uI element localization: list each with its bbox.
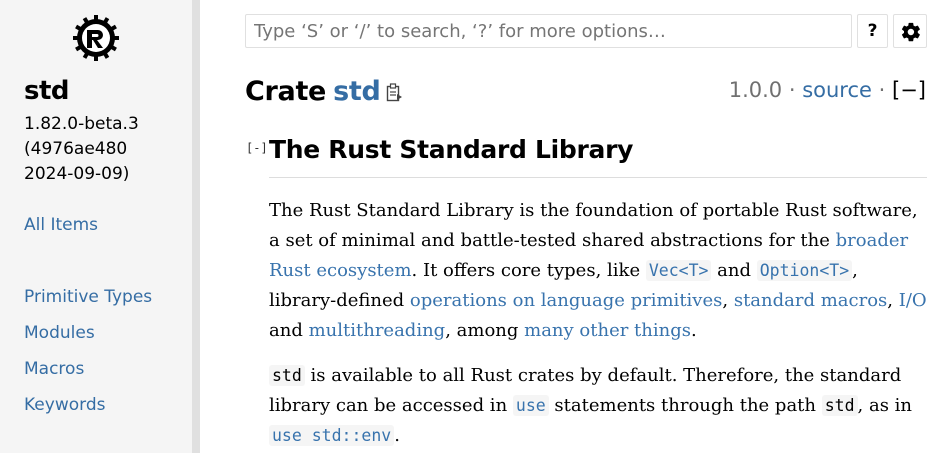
- sidebar-resizer[interactable]: [192, 0, 200, 453]
- text: , among: [445, 320, 525, 341]
- text: statements through the path: [548, 395, 822, 416]
- separator-dot: ·: [788, 78, 796, 102]
- sidebar-item-macros[interactable]: Macros: [24, 359, 84, 379]
- code-use-std-env: use std::env: [269, 425, 395, 446]
- text: .: [691, 320, 697, 341]
- code-vec: Vec<T>: [645, 260, 712, 281]
- sidebar-date: 2024-09-09): [24, 164, 130, 184]
- text: ,: [887, 290, 899, 311]
- copy-path-icon[interactable]: [386, 83, 404, 103]
- link-primitives[interactable]: operations on language primitives: [410, 290, 722, 311]
- link-multithreading[interactable]: multithreading: [309, 320, 446, 341]
- link-option[interactable]: Option<T>: [756, 260, 853, 281]
- separator-dot: ·: [878, 78, 886, 102]
- page-title: Crate std: [245, 76, 381, 107]
- link-io[interactable]: I/O: [899, 290, 927, 311]
- text: and: [269, 320, 309, 341]
- sidebar-version: 1.82.0-beta.3: [24, 114, 139, 134]
- link-standard-macros[interactable]: standard macros: [734, 290, 887, 311]
- version-info: 1.0.0 · source · [−]: [729, 78, 926, 102]
- sidebar-all-items-link[interactable]: All Items: [24, 215, 98, 235]
- search-input[interactable]: [245, 14, 852, 48]
- toggle-all-docs-button[interactable]: [−]: [892, 78, 926, 102]
- text: , as in: [857, 395, 913, 416]
- heading-divider: [269, 177, 927, 178]
- help-button[interactable]: ?: [857, 14, 888, 48]
- usage-paragraph: std is available to all Rust crates by d…: [269, 361, 929, 451]
- text: ,: [722, 290, 734, 311]
- code-option: Option<T>: [756, 260, 853, 281]
- text: .: [394, 425, 400, 446]
- sidebar-item-keywords[interactable]: Keywords: [24, 395, 105, 415]
- text: and: [711, 260, 757, 281]
- text: The Rust Standard Library is the foundat…: [269, 200, 918, 251]
- intro-paragraph: The Rust Standard Library is the foundat…: [269, 196, 929, 346]
- link-vec[interactable]: Vec<T>: [645, 260, 712, 281]
- link-many-other-things[interactable]: many other things: [524, 320, 691, 341]
- gear-icon: [901, 22, 920, 42]
- code-std: std: [269, 365, 305, 386]
- link-use-keyword[interactable]: use: [512, 395, 549, 416]
- sidebar-item-primitive-types[interactable]: Primitive Types: [24, 287, 152, 307]
- section-heading[interactable]: The Rust Standard Library: [269, 135, 633, 164]
- settings-button[interactable]: [893, 14, 927, 48]
- sidebar-crate-name[interactable]: std: [24, 76, 70, 106]
- code-use: use: [512, 395, 549, 416]
- since-version: 1.0.0: [728, 78, 783, 102]
- page-title-crate-link[interactable]: std: [333, 76, 381, 107]
- sidebar-commit: (4976ae480: [24, 139, 128, 159]
- collapse-section-toggle[interactable]: [-]: [246, 141, 268, 155]
- code-std: std: [821, 395, 858, 416]
- rust-logo-icon[interactable]: [72, 14, 120, 62]
- text: . It offers core types, like: [411, 260, 646, 281]
- page-title-kind: Crate: [245, 76, 327, 107]
- link-std-env[interactable]: use std::env: [269, 425, 395, 446]
- sidebar-item-modules[interactable]: Modules: [24, 323, 95, 343]
- source-link[interactable]: source: [802, 78, 872, 102]
